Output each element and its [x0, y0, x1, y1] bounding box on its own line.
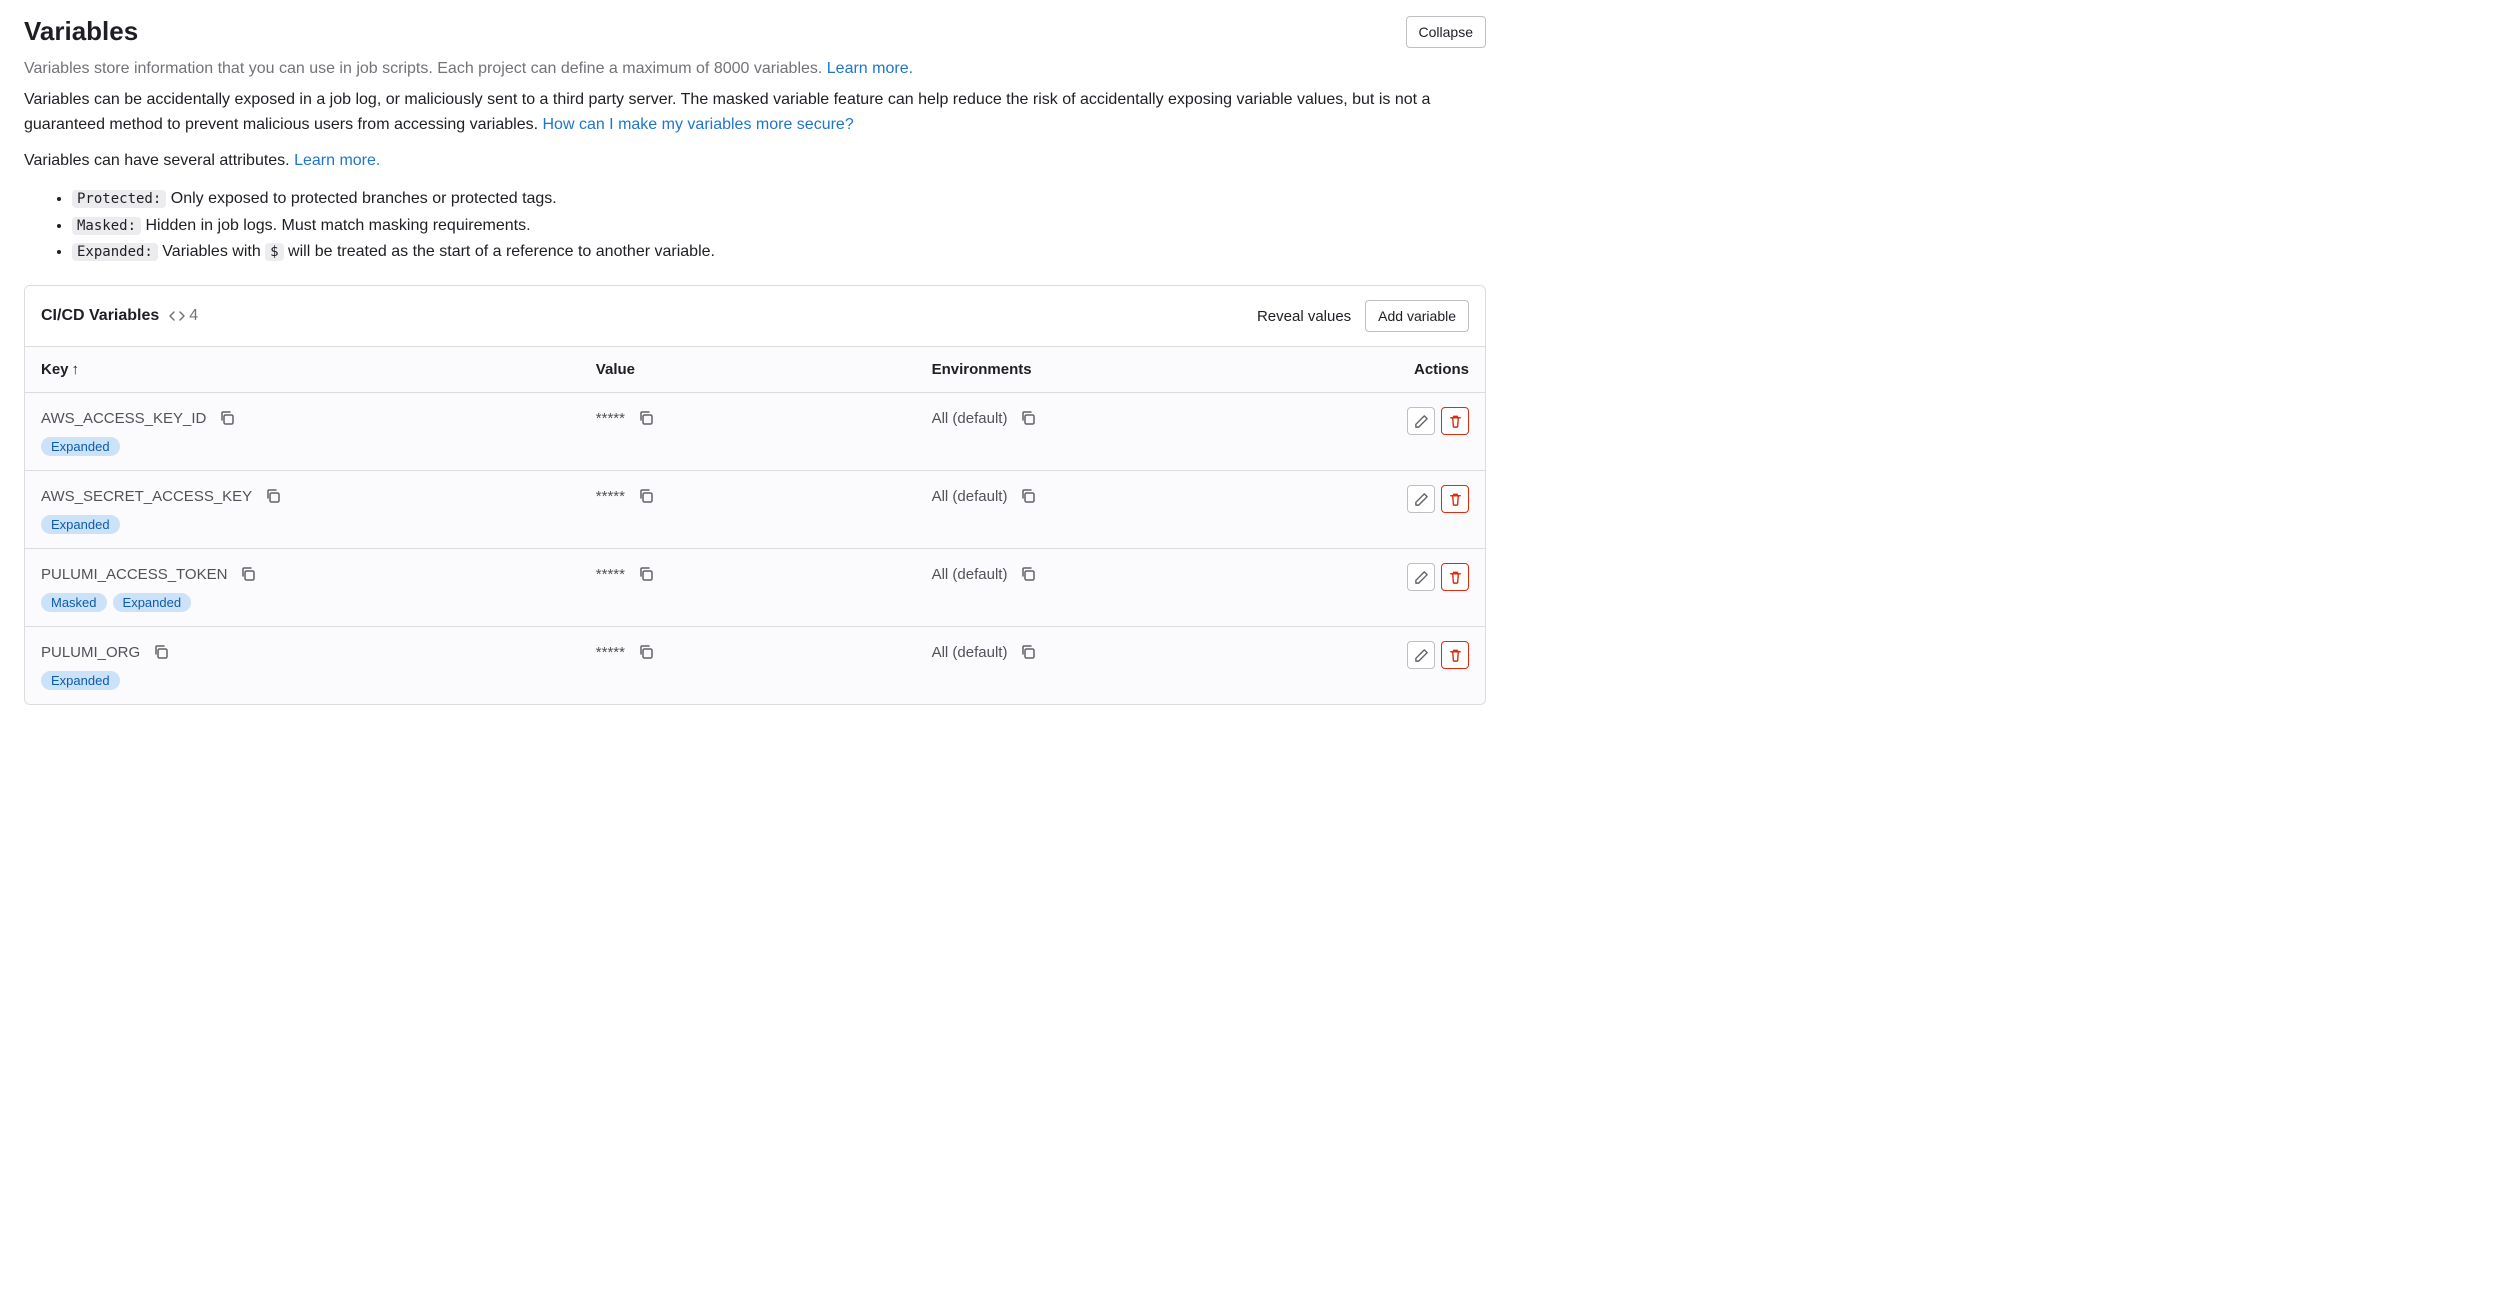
copy-icon — [638, 566, 654, 582]
col-actions: Actions — [1310, 347, 1485, 393]
variable-value: ***** — [596, 488, 625, 505]
variable-environment: All (default) — [932, 488, 1008, 505]
attr-protected: Protected: Only exposed to protected bra… — [72, 186, 1486, 212]
attributes-learn-more-link[interactable]: Learn more. — [294, 152, 380, 169]
edit-button[interactable] — [1407, 641, 1435, 669]
expanded-badge: Expanded — [113, 593, 192, 612]
edit-button[interactable] — [1407, 563, 1435, 591]
expanded-badge: Expanded — [41, 671, 120, 690]
table-row: AWS_SECRET_ACCESS_KEY Expanded ***** All (d… — [25, 471, 1485, 549]
copy-icon — [265, 488, 281, 504]
copy-icon — [240, 566, 256, 582]
copy-env-button[interactable] — [1017, 407, 1039, 429]
edit-button[interactable] — [1407, 407, 1435, 435]
variable-key: AWS_SECRET_ACCESS_KEY — [41, 488, 252, 505]
table-row: PULUMI_ACCESS_TOKEN Masked Expanded ***** Al… — [25, 549, 1485, 627]
variable-key: PULUMI_ORG — [41, 644, 140, 661]
copy-icon — [638, 644, 654, 660]
delete-button[interactable] — [1441, 407, 1469, 435]
add-variable-button[interactable]: Add variable — [1365, 300, 1469, 332]
copy-icon — [1020, 488, 1036, 504]
copy-env-button[interactable] — [1017, 563, 1039, 585]
variable-value: ***** — [596, 566, 625, 583]
copy-icon — [638, 410, 654, 426]
trash-icon — [1448, 570, 1463, 585]
copy-key-button[interactable] — [216, 407, 238, 429]
copy-key-button[interactable] — [262, 485, 284, 507]
delete-button[interactable] — [1441, 563, 1469, 591]
copy-env-button[interactable] — [1017, 485, 1039, 507]
variable-environment: All (default) — [932, 566, 1008, 583]
delete-button[interactable] — [1441, 641, 1469, 669]
variable-key: AWS_ACCESS_KEY_ID — [41, 410, 206, 427]
col-key[interactable]: Key↑ — [25, 347, 580, 393]
attr-code: Protected: — [72, 190, 166, 208]
page-title: Variables — [24, 16, 138, 47]
attr-code: Masked: — [72, 217, 141, 235]
table-row: AWS_ACCESS_KEY_ID Expanded ***** All (defau… — [25, 393, 1485, 471]
copy-value-button[interactable] — [635, 641, 657, 663]
pencil-icon — [1414, 648, 1429, 663]
attribute-list: Protected: Only exposed to protected bra… — [72, 186, 1486, 265]
col-env: Environments — [916, 347, 1310, 393]
expanded-badge: Expanded — [41, 515, 120, 534]
section-header: Variables Collapse — [24, 16, 1486, 57]
copy-key-button[interactable] — [150, 641, 172, 663]
masked-badge: Masked — [41, 593, 107, 612]
attr-code: Expanded: — [72, 243, 158, 261]
edit-button[interactable] — [1407, 485, 1435, 513]
description-line-3: Variables can have several attributes. L… — [24, 149, 1486, 174]
copy-value-button[interactable] — [635, 407, 657, 429]
variable-value: ***** — [596, 644, 625, 661]
copy-icon — [1020, 566, 1036, 582]
variable-value: ***** — [596, 410, 625, 427]
copy-icon — [1020, 644, 1036, 660]
attr-expanded: Expanded: Variables with $ will be treat… — [72, 239, 1486, 265]
trash-icon — [1448, 648, 1463, 663]
expanded-badge: Expanded — [41, 437, 120, 456]
pencil-icon — [1414, 570, 1429, 585]
trash-icon — [1448, 492, 1463, 507]
copy-value-button[interactable] — [635, 485, 657, 507]
copy-env-button[interactable] — [1017, 641, 1039, 663]
secure-vars-link[interactable]: How can I make my variables more secure? — [542, 116, 853, 133]
table-row: PULUMI_ORG Expanded ***** All (default) — [25, 627, 1485, 705]
copy-icon — [638, 488, 654, 504]
description-line-1: Variables store information that you can… — [24, 57, 1486, 82]
copy-key-button[interactable] — [237, 563, 259, 585]
reveal-values-button[interactable]: Reveal values — [1257, 308, 1351, 325]
description-line-2: Variables can be accidentally exposed in… — [24, 88, 1486, 138]
panel-title: CI/CD Variables — [41, 307, 159, 325]
panel-header: CI/CD Variables 4 Reveal values Add vari… — [25, 286, 1485, 346]
panel-count: 4 — [169, 307, 198, 325]
code-icon — [169, 308, 185, 324]
variable-key: PULUMI_ACCESS_TOKEN — [41, 566, 227, 583]
copy-value-button[interactable] — [635, 563, 657, 585]
dollar-code: $ — [265, 243, 283, 261]
variables-table: Key↑ Value Environments Actions AWS_ACCE… — [25, 346, 1485, 704]
sort-ascending-icon: ↑ — [72, 361, 80, 378]
col-value: Value — [580, 347, 916, 393]
copy-icon — [1020, 410, 1036, 426]
variable-environment: All (default) — [932, 644, 1008, 661]
delete-button[interactable] — [1441, 485, 1469, 513]
collapse-button[interactable]: Collapse — [1406, 16, 1486, 48]
variable-environment: All (default) — [932, 410, 1008, 427]
variables-panel: CI/CD Variables 4 Reveal values Add vari… — [24, 285, 1486, 705]
copy-icon — [219, 410, 235, 426]
pencil-icon — [1414, 414, 1429, 429]
attr-masked: Masked: Hidden in job logs. Must match m… — [72, 213, 1486, 239]
learn-more-link[interactable]: Learn more. — [827, 60, 913, 77]
copy-icon — [153, 644, 169, 660]
pencil-icon — [1414, 492, 1429, 507]
trash-icon — [1448, 414, 1463, 429]
